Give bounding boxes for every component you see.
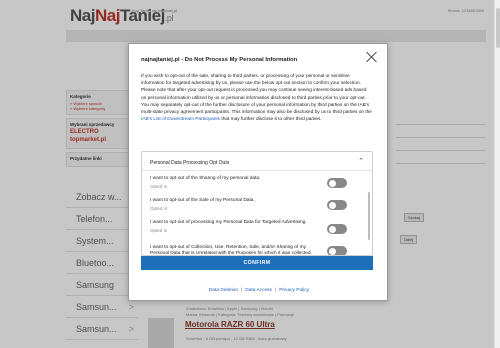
targeted-ads-opt-out-toggle[interactable] bbox=[327, 224, 347, 234]
modal-description: If you wish to opt-out of the sale, shar… bbox=[141, 73, 373, 123]
privacy-modal: najnajtaniej.pl - Do Not Process My Pers… bbox=[128, 43, 388, 301]
opt-out-question: I want to opt-out of the Sharing of my p… bbox=[150, 176, 261, 181]
sale-opt-out-toggle[interactable] bbox=[327, 200, 347, 210]
panel-scrollbar[interactable] bbox=[368, 192, 370, 240]
opt-out-panel-title: Personal Data Processing Opt Outs bbox=[150, 160, 230, 166]
modal-footer-links: Data Deletion | Data Access | Privacy Policy bbox=[129, 288, 389, 293]
opt-out-option: I want to opt-out of Collection, Use, Re… bbox=[150, 245, 320, 256]
scrollbar-thumb[interactable] bbox=[496, 8, 500, 48]
opt-out-option: I want to opt-out of processing my Perso… bbox=[150, 220, 320, 233]
description-text: If you wish to opt-out of the sale, shar… bbox=[141, 74, 372, 116]
collection-opt-out-toggle[interactable] bbox=[327, 246, 347, 255]
page-scrollbar[interactable] bbox=[494, 0, 500, 348]
downstream-participants-link[interactable]: IAB's List of Downstream Participants bbox=[141, 117, 220, 122]
divider bbox=[142, 170, 372, 171]
separator: | bbox=[241, 288, 243, 293]
separator: | bbox=[274, 288, 277, 293]
opt-out-option: I want to opt-out of the Sale of my Pers… bbox=[150, 198, 350, 211]
data-deletion-link[interactable]: Data Deletion bbox=[209, 288, 238, 293]
opt-out-question: I want to opt-out of processing my Perso… bbox=[150, 220, 307, 225]
modal-title: najnajtaniej.pl - Do Not Process My Pers… bbox=[141, 57, 298, 63]
opt-out-status: Opted In bbox=[150, 227, 168, 233]
opt-out-question: I want to opt-out of Collection, Use, Re… bbox=[150, 245, 312, 256]
chevron-up-icon[interactable]: ⌃ bbox=[358, 157, 364, 165]
data-access-link[interactable]: Data Access bbox=[245, 288, 272, 293]
confirm-button[interactable]: CONFIRM bbox=[141, 256, 373, 270]
privacy-policy-link[interactable]: Privacy Policy bbox=[279, 288, 309, 293]
sharing-opt-out-toggle[interactable] bbox=[327, 178, 347, 188]
opt-out-status: Opted In bbox=[150, 205, 168, 211]
opt-out-status: Opted In bbox=[150, 183, 168, 189]
description-tail: that may further disclose it to other th… bbox=[220, 117, 322, 123]
opt-out-option: I want to opt-out of the Sharing of my p… bbox=[150, 176, 350, 189]
opt-out-question: I want to opt-out of the Sale of my Pers… bbox=[150, 198, 255, 203]
close-icon[interactable] bbox=[366, 51, 378, 63]
opt-out-panel: Personal Data Processing Opt Outs ⌃ I wa… bbox=[141, 151, 373, 256]
